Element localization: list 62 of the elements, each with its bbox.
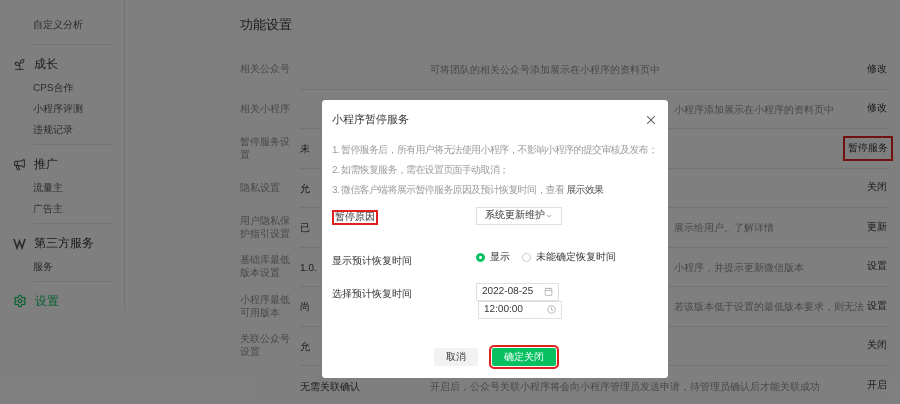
row-label: 相关小程序 — [240, 102, 291, 116]
row-description: 展示给用户。了解详情 — [674, 223, 774, 234]
date-input[interactable]: 2022-08-25 — [476, 282, 559, 300]
radio-icon — [476, 252, 485, 262]
row-label: 小程序最低可用版本 — [240, 294, 291, 320]
radio-icon — [522, 252, 531, 262]
radio-option[interactable]: 显示 — [476, 250, 510, 264]
row-action-link[interactable]: 设置 — [864, 296, 890, 317]
sidebar-item[interactable]: 广告主 — [33, 202, 114, 217]
dialog-note: 1. 暂停服务后，所有用户将无法使用小程序，不影响小程序的提交审核及发布； — [332, 144, 658, 158]
sidebar-group-title[interactable]: 推广 — [34, 155, 58, 173]
cancel-button[interactable]: 取消 — [434, 348, 478, 366]
row-label: 暂停服务设置 — [240, 136, 291, 162]
row-description: 可将团队的相关公众号添加展示在小程序的资料页中 — [430, 65, 660, 76]
row-label: 基础库最低版本设置 — [240, 254, 291, 280]
row-action-link[interactable]: 修改 — [864, 58, 890, 80]
settings-icon — [13, 294, 27, 308]
radio-option[interactable]: 未能确定恢复时间 — [522, 250, 616, 264]
confirm-button[interactable]: 确定关闭 — [492, 348, 556, 366]
row-label: 关联公众号设置 — [240, 333, 291, 360]
field-label: 显示预计恢复时间 — [332, 254, 413, 268]
sidebar-item[interactable]: 流量主 — [33, 181, 114, 196]
row-action-link[interactable]: 暂停服务 — [843, 136, 893, 161]
dialog-note: 2. 如需恢复服务，需在设置页面手动取消； — [332, 164, 510, 178]
row-value: 允 — [300, 184, 310, 195]
row-action-link[interactable]: 设置 — [864, 256, 890, 278]
sidebar-group-title[interactable]: 成长 — [34, 55, 58, 73]
sprout-icon — [13, 58, 26, 70]
row-description: 小程序，并提示更新微信版本 — [674, 262, 804, 274]
row-value: 无需关联确认 — [300, 382, 360, 393]
row-label: 隐私设置 — [240, 182, 281, 195]
row-label: 用户隐私保护指引设置 — [240, 214, 291, 241]
row-value: 未 — [300, 144, 310, 156]
reason-select[interactable]: 系统更新维护 — [476, 206, 562, 224]
sidebar-group-title[interactable]: 第三方服务 — [34, 234, 94, 252]
sidebar-item[interactable]: 自定义分析 — [33, 20, 83, 31]
row-label: 相关公众号 — [240, 63, 291, 76]
field-label: 暂停原因 — [332, 210, 378, 224]
sidebar-item[interactable]: 服务 — [33, 260, 114, 275]
row-description: 小程序添加展示在小程序的资料页中 — [674, 104, 834, 116]
row-action-link[interactable]: 更新 — [864, 216, 890, 238]
zigzag-icon — [13, 236, 26, 250]
dialog-title: 小程序暂停服务 — [332, 112, 409, 128]
megaphone-icon — [13, 158, 26, 170]
row-description: 若该版本低于设置的最低版本要求，则无法 — [674, 302, 864, 314]
dialog-note: 3. 微信客户端将展示暂停服务原因及预计恢复时间，查看 展示效果 — [332, 184, 604, 198]
calendar-icon — [544, 287, 553, 296]
row-action-link[interactable]: 关闭 — [864, 177, 890, 198]
field-label: 选择预计恢复时间 — [332, 288, 413, 302]
sidebar-item[interactable]: 小程序评测 — [33, 102, 114, 117]
row-value: 已 — [300, 223, 310, 234]
row-value: 允 — [300, 342, 310, 353]
row-action-link[interactable]: 关闭 — [864, 335, 890, 356]
row-description: 开启后，公众号关联小程序将会向小程序管理员发送申请，待管理员确认后才能关联成功 — [430, 382, 820, 393]
sidebar-item[interactable]: 违规记录 — [33, 123, 114, 138]
section-title: 功能设置 — [240, 16, 292, 34]
row-action-link[interactable]: 修改 — [864, 98, 890, 120]
time-input[interactable]: 12:00:00 — [478, 300, 562, 318]
sidebar-item[interactable]: CPS合作 — [33, 81, 114, 96]
row-value: 尚 — [300, 302, 310, 314]
row-action-link[interactable]: 开启 — [864, 375, 890, 396]
row-value: 1.0. — [300, 262, 317, 274]
